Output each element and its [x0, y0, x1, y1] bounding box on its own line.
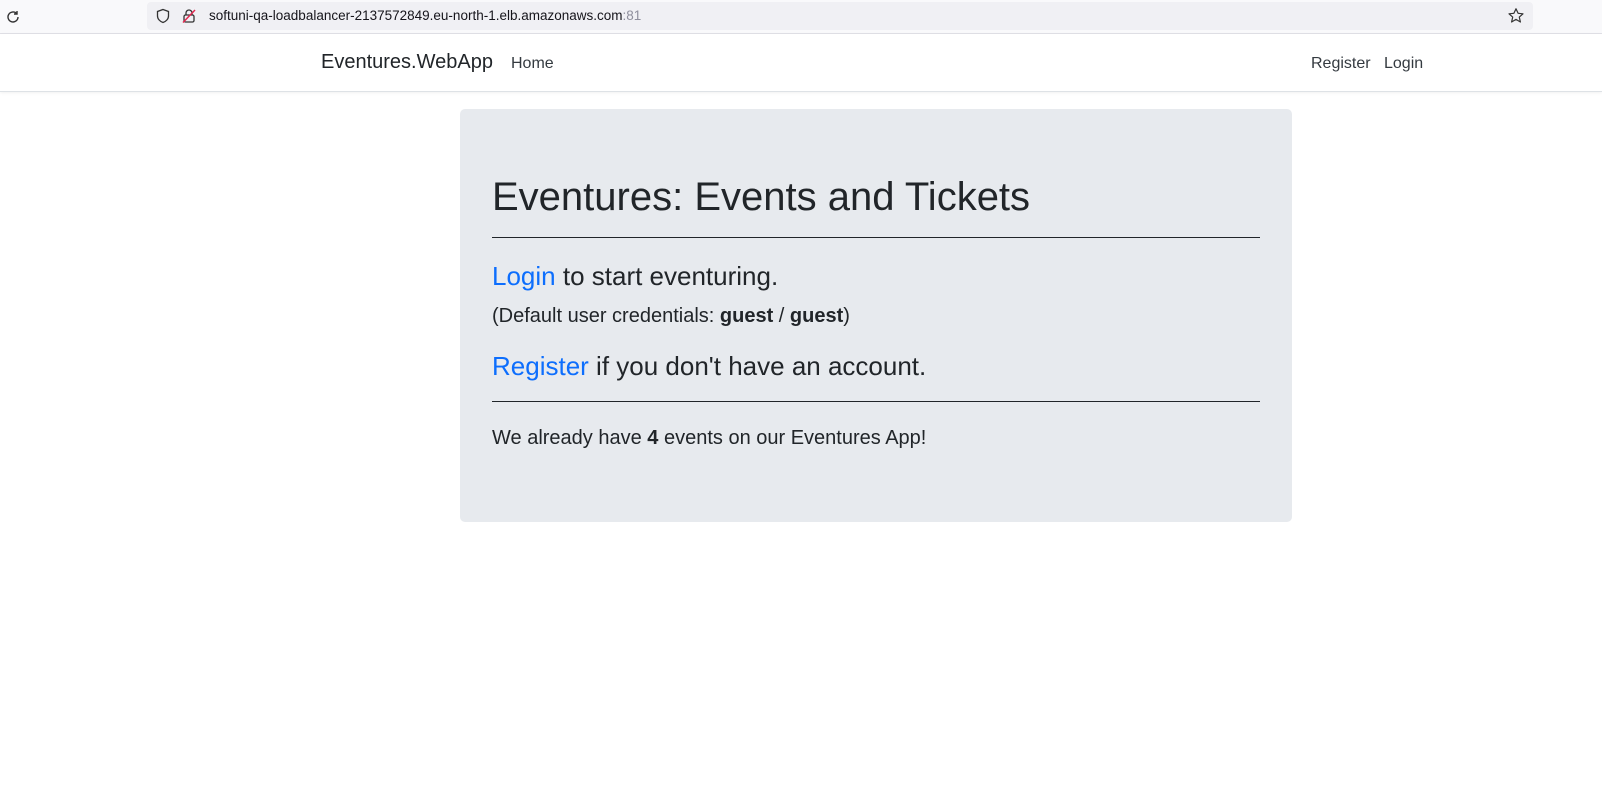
page-title: Eventures: Events and Tickets	[492, 175, 1031, 219]
lock-icon[interactable]	[181, 8, 197, 24]
url-text: softuni-qa-loadbalancer-2137572849.eu-no…	[209, 8, 641, 23]
browser-toolbar: softuni-qa-loadbalancer-2137572849.eu-no…	[0, 0, 1602, 34]
shield-icon[interactable]	[155, 8, 171, 24]
divider	[492, 401, 1260, 402]
register-link[interactable]: Register	[492, 351, 589, 381]
creds-separator: /	[773, 305, 790, 327]
events-prefix: We already have	[492, 427, 648, 449]
creds-password: guest	[789, 305, 844, 327]
login-prompt: Login to start eventuring.	[492, 261, 778, 292]
events-count: 4	[647, 427, 659, 449]
url-port: :81	[622, 8, 642, 23]
creds-suffix: )	[843, 305, 850, 327]
divider	[492, 237, 1260, 238]
nav-home-link[interactable]: Home	[511, 55, 554, 73]
jumbotron: Eventures: Events and Tickets Login to s…	[460, 109, 1292, 522]
creds-username: guest	[719, 305, 774, 327]
register-prompt-text: if you don't have an account.	[588, 351, 927, 381]
login-link[interactable]: Login	[492, 261, 556, 291]
events-suffix: events on our Eventures App!	[658, 427, 927, 449]
address-bar[interactable]: softuni-qa-loadbalancer-2137572849.eu-no…	[147, 2, 1533, 30]
url-host: softuni-qa-loadbalancer-2137572849.eu-no…	[209, 8, 623, 23]
nav-login-link[interactable]: Login	[1384, 55, 1423, 73]
brand-link[interactable]: Eventures.WebApp	[321, 51, 493, 74]
star-icon[interactable]	[1507, 7, 1525, 25]
login-prompt-text: to start eventuring.	[555, 261, 779, 291]
navbar: Eventures.WebApp Home Register Login	[0, 34, 1602, 92]
reload-icon[interactable]	[2, 6, 24, 28]
register-prompt: Register if you don't have an account.	[492, 351, 926, 382]
creds-prefix: (Default user credentials:	[492, 305, 720, 327]
nav-register-link[interactable]: Register	[1311, 55, 1371, 73]
events-count-text: We already have 4 events on our Eventure…	[492, 427, 926, 450]
default-credentials: (Default user credentials: guest / guest…	[492, 305, 850, 328]
